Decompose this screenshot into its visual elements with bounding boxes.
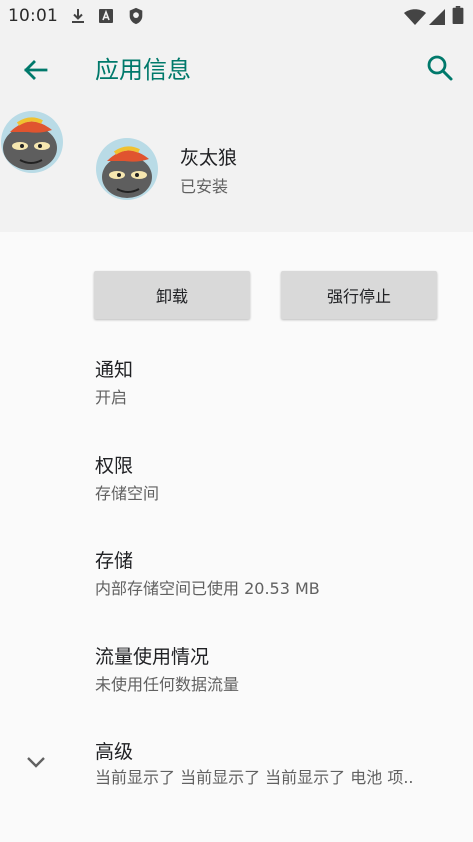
pref-summary: 开启 bbox=[95, 388, 128, 407]
floating-avatar-icon[interactable] bbox=[0, 110, 64, 174]
pref-summary: 未使用任何数据流量 bbox=[95, 675, 240, 694]
app-install-status: 已安装 bbox=[180, 177, 229, 196]
shield-icon bbox=[129, 7, 143, 25]
pref-summary: 存储空间 bbox=[95, 484, 160, 503]
status-bar: 10:01 bbox=[0, 0, 473, 32]
wolf-avatar-icon bbox=[96, 138, 158, 200]
cellular-icon bbox=[429, 9, 445, 25]
status-time: 10:01 bbox=[8, 6, 58, 26]
a-notification-icon bbox=[99, 9, 113, 23]
pref-title: 通知 bbox=[95, 359, 134, 381]
app-name: 灰太狼 bbox=[180, 147, 238, 169]
pref-title: 存储 bbox=[95, 550, 134, 572]
uninstall-button[interactable]: 卸载 bbox=[94, 271, 250, 319]
arrow-back-icon[interactable] bbox=[16, 50, 56, 90]
pref-summary: 内部存储空间已使用 20.53 MB bbox=[95, 579, 320, 598]
page-title: 应用信息 bbox=[95, 56, 191, 84]
pref-title: 权限 bbox=[95, 455, 134, 477]
pref-title: 高级 bbox=[95, 741, 134, 763]
force-stop-button[interactable]: 强行停止 bbox=[281, 271, 437, 319]
pref-title: 流量使用情况 bbox=[95, 646, 210, 668]
search-icon[interactable] bbox=[420, 48, 460, 88]
battery-icon bbox=[452, 6, 464, 24]
download-icon bbox=[72, 9, 84, 23]
chevron-down-icon bbox=[27, 757, 45, 768]
app-bar: 应用信息 bbox=[0, 32, 473, 104]
pref-summary: 当前显示了 当前显示了 当前显示了 电池 项.. bbox=[95, 768, 414, 787]
wifi-icon bbox=[404, 9, 426, 25]
